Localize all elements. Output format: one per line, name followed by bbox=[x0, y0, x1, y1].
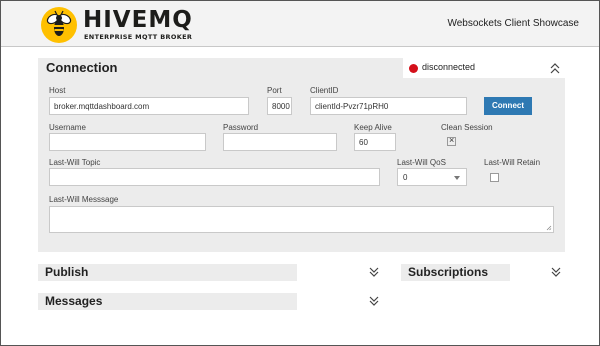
logo-name: HIVEMQ bbox=[83, 7, 193, 33]
connection-status: disconnected bbox=[403, 58, 565, 78]
port-input[interactable]: 8000 bbox=[267, 97, 292, 115]
password-input[interactable] bbox=[223, 133, 337, 151]
dropdown-caret-icon bbox=[454, 176, 460, 180]
last-will-retain-checkbox[interactable] bbox=[490, 173, 499, 182]
last-will-retain-label: Last-Will Retain bbox=[484, 158, 541, 167]
connection-header[interactable]: Connection disconnected bbox=[38, 58, 565, 78]
logo-subtitle: ENTERPRISE MQTT BROKER bbox=[84, 33, 193, 41]
publish-panel-header[interactable]: Publish bbox=[38, 264, 297, 281]
status-indicator-icon bbox=[409, 64, 418, 73]
chevron-double-down-icon[interactable] bbox=[368, 295, 380, 307]
keep-alive-input[interactable]: 60 bbox=[354, 133, 396, 151]
chevron-double-up-icon[interactable] bbox=[549, 61, 561, 75]
resize-grip-icon[interactable] bbox=[546, 225, 552, 231]
keep-alive-label: Keep Alive bbox=[354, 123, 392, 132]
last-will-qos-select[interactable]: 0 bbox=[397, 168, 467, 186]
chevron-double-down-icon[interactable] bbox=[368, 266, 380, 278]
client-id-input[interactable]: clientId-Pvzr71pRH0 bbox=[310, 97, 467, 115]
username-label: Username bbox=[49, 123, 86, 132]
host-input[interactable]: broker.mqttdashboard.com bbox=[49, 97, 249, 115]
subscriptions-panel-header[interactable]: Subscriptions bbox=[401, 264, 510, 281]
publish-title: Publish bbox=[45, 265, 89, 279]
last-will-message-input[interactable] bbox=[49, 206, 554, 233]
last-will-topic-input[interactable] bbox=[49, 168, 380, 186]
messages-panel-header[interactable]: Messages bbox=[38, 293, 297, 310]
app-window: HIVEMQ ENTERPRISE MQTT BROKER Websockets… bbox=[0, 0, 600, 346]
last-will-qos-label: Last-Will QoS bbox=[397, 158, 446, 167]
messages-title: Messages bbox=[45, 294, 103, 308]
status-text: disconnected bbox=[422, 62, 476, 72]
subscriptions-title: Subscriptions bbox=[408, 265, 489, 279]
clean-session-label: Clean Session bbox=[441, 123, 493, 132]
hivemq-logo[interactable]: HIVEMQ ENTERPRISE MQTT BROKER bbox=[41, 7, 193, 43]
username-input[interactable] bbox=[49, 133, 206, 151]
client-id-label: ClientID bbox=[310, 86, 339, 95]
clean-session-checkbox[interactable] bbox=[447, 135, 456, 146]
connection-title: Connection bbox=[46, 60, 118, 75]
password-label: Password bbox=[223, 123, 259, 132]
last-will-qos-value: 0 bbox=[403, 173, 408, 182]
bee-icon bbox=[41, 7, 77, 43]
chevron-double-down-icon[interactable] bbox=[550, 266, 562, 278]
header-bar: HIVEMQ ENTERPRISE MQTT BROKER Websockets… bbox=[1, 1, 599, 47]
last-will-topic-label: Last-Will Topic bbox=[49, 158, 101, 167]
port-label: Port bbox=[267, 86, 282, 95]
host-label: Host bbox=[49, 86, 66, 95]
connect-button[interactable]: Connect bbox=[484, 97, 532, 115]
last-will-message-label: Last-Will Messsage bbox=[49, 195, 119, 204]
page-title: Websockets Client Showcase bbox=[447, 18, 579, 29]
connection-panel: Connection disconnected Host broker.mqtt… bbox=[38, 58, 565, 252]
